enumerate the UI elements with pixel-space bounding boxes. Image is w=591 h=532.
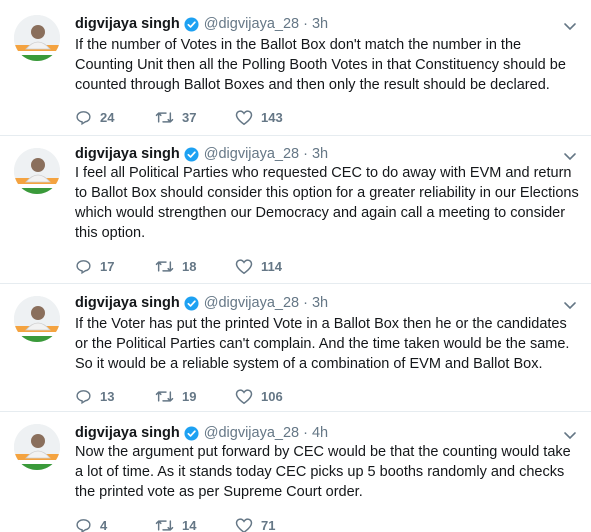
avatar[interactable]	[14, 424, 60, 470]
retweet-icon	[155, 111, 174, 123]
like-count: 71	[261, 517, 276, 532]
reply-icon	[76, 518, 91, 532]
verified-badge-icon	[184, 425, 199, 441]
chevron-down-icon[interactable]	[563, 21, 577, 31]
retweet-button[interactable]: 14	[155, 517, 235, 532]
reply-count: 24	[100, 109, 115, 125]
timestamp[interactable]: 3h	[312, 146, 328, 162]
verified-badge-icon	[184, 295, 199, 311]
tweet-actions: 17 18 114	[75, 256, 315, 276]
avatar[interactable]	[14, 148, 60, 194]
separator-dot: ·	[303, 146, 308, 162]
reply-button[interactable]: 4	[75, 517, 155, 532]
display-name[interactable]: digvijaya singh	[75, 16, 180, 32]
reply-icon	[76, 389, 91, 404]
heart-icon	[235, 109, 253, 125]
timestamp[interactable]: 4h	[312, 425, 328, 441]
reply-button[interactable]: 24	[75, 109, 155, 126]
separator-dot: ·	[303, 295, 308, 311]
retweet-count: 14	[182, 517, 197, 532]
tweet-card[interactable]: digvijaya singh @digvijaya_28 · 4h Now t…	[0, 412, 591, 532]
heart-icon	[235, 517, 253, 532]
retweet-button[interactable]: 18	[155, 258, 235, 275]
chevron-down-icon[interactable]	[563, 151, 577, 161]
reply-count: 17	[100, 258, 115, 274]
reply-button[interactable]: 13	[75, 388, 155, 405]
tweet-header: digvijaya singh @digvijaya_28 · 4h	[75, 423, 328, 443]
user-handle[interactable]: @digvijaya_28	[204, 146, 299, 162]
tweet-timeline: digvijaya singh @digvijaya_28 · 3h If th…	[0, 0, 591, 532]
display-name[interactable]: digvijaya singh	[75, 295, 180, 311]
chevron-down-icon[interactable]	[563, 300, 577, 310]
retweet-icon	[155, 390, 174, 402]
like-count: 106	[261, 388, 283, 404]
separator-dot: ·	[303, 16, 308, 32]
tweet-text: Now the argument put forward by CEC woul…	[75, 444, 571, 500]
like-count: 114	[261, 258, 282, 274]
retweet-count: 19	[182, 388, 197, 404]
like-button[interactable]: 114	[235, 258, 315, 275]
heart-icon	[235, 258, 253, 274]
separator-dot: ·	[303, 425, 308, 441]
retweet-count: 37	[182, 109, 197, 125]
reply-count: 13	[100, 388, 115, 404]
tweet-header: digvijaya singh @digvijaya_28 · 3h	[75, 14, 328, 34]
tweet-card[interactable]: digvijaya singh @digvijaya_28 · 3h I fee…	[0, 136, 591, 284]
retweet-icon	[155, 519, 174, 531]
user-handle[interactable]: @digvijaya_28	[204, 16, 299, 32]
like-count: 143	[261, 109, 283, 125]
tweet-actions: 24 37 143	[75, 107, 315, 127]
like-button[interactable]: 106	[235, 388, 315, 405]
verified-badge-icon	[184, 146, 199, 162]
like-button[interactable]: 71	[235, 517, 315, 532]
retweet-button[interactable]: 19	[155, 388, 235, 405]
tweet-header: digvijaya singh @digvijaya_28 · 3h	[75, 293, 328, 313]
heart-icon	[235, 388, 253, 404]
reply-icon	[76, 259, 91, 274]
retweet-icon	[155, 260, 174, 272]
tweet-actions: 4 14 71	[75, 515, 315, 532]
timestamp[interactable]: 3h	[312, 16, 328, 32]
user-handle[interactable]: @digvijaya_28	[204, 425, 299, 441]
reply-count: 4	[100, 517, 108, 532]
tweet-header: digvijaya singh @digvijaya_28 · 3h	[75, 144, 328, 164]
tweet-card[interactable]: digvijaya singh @digvijaya_28 · 3h If th…	[0, 284, 591, 412]
tweet-text: If the Voter has put the printed Vote in…	[75, 316, 570, 372]
tweet-card[interactable]: digvijaya singh @digvijaya_28 · 3h If th…	[0, 0, 591, 136]
timestamp[interactable]: 3h	[312, 295, 328, 311]
user-handle[interactable]: @digvijaya_28	[204, 295, 299, 311]
avatar[interactable]	[14, 296, 60, 342]
reply-icon	[76, 110, 91, 125]
like-button[interactable]: 143	[235, 109, 315, 126]
reply-button[interactable]: 17	[75, 258, 155, 275]
tweet-text: If the number of Votes in the Ballot Box…	[75, 37, 566, 93]
display-name[interactable]: digvijaya singh	[75, 146, 180, 162]
tweet-text: I feel all Political Parties who request…	[75, 165, 579, 241]
avatar[interactable]	[14, 15, 60, 61]
chevron-down-icon[interactable]	[563, 430, 577, 440]
retweet-button[interactable]: 37	[155, 109, 235, 126]
retweet-count: 18	[182, 258, 197, 274]
tweet-actions: 13 19 106	[75, 386, 315, 406]
verified-badge-icon	[184, 16, 199, 32]
display-name[interactable]: digvijaya singh	[75, 425, 180, 441]
